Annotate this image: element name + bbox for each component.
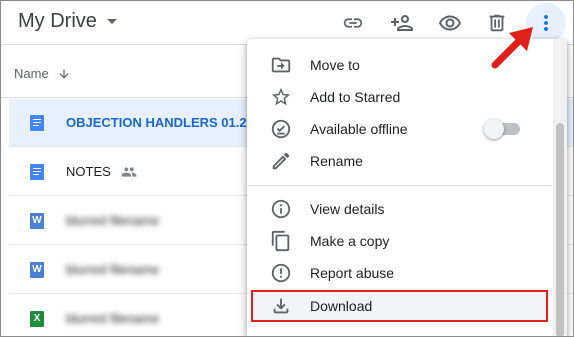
excel-file-icon: X bbox=[30, 310, 44, 327]
caret-down-icon bbox=[106, 19, 117, 24]
menu-item-view-details[interactable]: View details bbox=[247, 193, 555, 225]
file-name: NOTES bbox=[66, 164, 111, 179]
cut-off-icon bbox=[272, 39, 292, 43]
menu-item-label: Download bbox=[310, 298, 373, 314]
column-name-label: Name bbox=[14, 66, 49, 81]
menu-item-label: Make a copy bbox=[310, 233, 390, 249]
pencil-icon bbox=[269, 149, 293, 173]
menu-divider bbox=[247, 185, 551, 186]
menu-item-available-offline[interactable]: Available offline bbox=[247, 113, 555, 145]
sort-by-name[interactable]: Name bbox=[14, 66, 71, 81]
offline-check-icon bbox=[269, 117, 293, 141]
share-button[interactable] bbox=[386, 7, 418, 39]
menu-scrollbar[interactable] bbox=[553, 39, 567, 336]
download-icon bbox=[269, 294, 293, 318]
page-title: My Drive bbox=[18, 10, 97, 32]
menu-item-label: Available offline bbox=[310, 121, 408, 137]
menu-item-label: Report abuse bbox=[310, 265, 395, 281]
menu-item-label: View details bbox=[310, 201, 385, 217]
menu-item-make-a-copy[interactable]: Make a copy bbox=[247, 225, 555, 257]
move-to-folder-icon bbox=[269, 53, 293, 77]
annotation-arrow-icon bbox=[491, 27, 533, 69]
star-outline-icon bbox=[269, 85, 293, 109]
eye-icon bbox=[439, 15, 461, 31]
link-icon bbox=[343, 18, 363, 28]
word-file-icon: W bbox=[30, 261, 44, 278]
scrollbar-thumb[interactable] bbox=[556, 123, 564, 336]
drive-window: My Drive Name OBJECTION HANDLERS 01.201 … bbox=[0, 0, 574, 337]
google-doc-icon bbox=[30, 163, 44, 180]
google-doc-icon bbox=[30, 114, 44, 131]
menu-item-download[interactable]: Download bbox=[247, 290, 555, 322]
menu-item-label: Add to Starred bbox=[310, 89, 401, 105]
get-link-button[interactable] bbox=[337, 7, 369, 39]
file-name: blurred filename bbox=[66, 213, 160, 228]
shared-people-icon bbox=[121, 164, 137, 180]
menu-item-rename[interactable]: Rename bbox=[247, 145, 555, 177]
preview-button[interactable] bbox=[434, 7, 466, 39]
menu-item-add-to-starred[interactable]: Add to Starred bbox=[247, 81, 555, 113]
menu-item-label: Rename bbox=[310, 153, 363, 169]
report-icon bbox=[269, 261, 293, 285]
copy-icon bbox=[269, 229, 293, 253]
word-file-icon: W bbox=[30, 212, 44, 229]
menu-item-report-abuse[interactable]: Report abuse bbox=[247, 257, 555, 289]
info-icon bbox=[269, 197, 293, 221]
file-name: OBJECTION HANDLERS 01.201 bbox=[66, 115, 262, 130]
add-person-icon bbox=[391, 15, 413, 31]
menu-item-label: Move to bbox=[310, 57, 360, 73]
arrow-down-icon bbox=[59, 68, 69, 79]
file-name: blurred filename bbox=[66, 262, 160, 277]
file-name: blurred filename bbox=[66, 311, 160, 326]
context-menu: Move to Add to Starred Available offline… bbox=[247, 39, 567, 336]
my-drive-dropdown[interactable]: My Drive bbox=[18, 10, 117, 33]
offline-toggle[interactable] bbox=[484, 119, 520, 139]
